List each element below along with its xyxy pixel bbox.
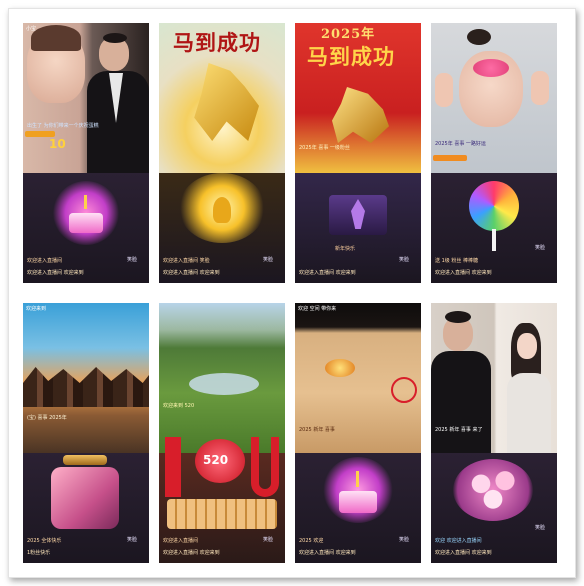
red-ring bbox=[391, 377, 417, 403]
right-label: 笑脸 bbox=[263, 257, 274, 263]
video-scene: 10 出生了 为你们带来一个庆祝蛋糕 小宝 bbox=[23, 23, 149, 173]
gift-panel: 送 1级 粉丝 棒棒糖 欢迎进入直播间 欢迎来到 笑脸 bbox=[431, 173, 557, 283]
live-tile-6[interactable]: 欢迎来到 520 520 欢迎进入直播间 欢迎进入直播间 欢迎来到 笑脸 bbox=[159, 303, 285, 563]
letter-i bbox=[165, 437, 181, 497]
running-horses-image bbox=[23, 367, 149, 407]
man-hair bbox=[103, 33, 127, 43]
bottom-text: 欢迎进入直播间 欢迎来到 bbox=[27, 270, 84, 276]
gift-panel: 欢迎 欢迎进入直播间 欢迎进入直播间 欢迎来到 笑脸 bbox=[431, 453, 557, 563]
video-scene: 2025 新年 喜事 欢迎 空间 带你来 bbox=[295, 303, 421, 453]
banner-title: 马到成功 bbox=[307, 44, 395, 69]
live-tile-8[interactable]: 2025 新年 喜事 来了 欢迎 欢迎进入直播间 欢迎进入直播间 欢迎来到 笑脸 bbox=[431, 303, 557, 563]
bottom-text: 1粉丝快乐 bbox=[27, 550, 51, 556]
right-label: 笑脸 bbox=[127, 257, 138, 263]
cake-gift-icon bbox=[323, 457, 393, 523]
right-label: 笑脸 bbox=[535, 245, 546, 251]
candle bbox=[84, 195, 87, 209]
live-tile-1[interactable]: 10 出生了 为你们带来一个庆祝蛋糕 小宝 欢迎进入直播间 欢迎进入直播间 欢迎… bbox=[23, 23, 149, 283]
caption-text: 出生了 为你们带来一个庆祝蛋糕 bbox=[27, 123, 99, 129]
bottom-text: 欢迎进入直播间 欢迎来到 bbox=[163, 550, 220, 556]
bottom-text: 欢迎进入直播间 欢迎来到 bbox=[299, 270, 356, 276]
gift-panel: 2025 欢迎 欢迎进入直播间 欢迎来到 笑脸 bbox=[295, 453, 421, 563]
lollipop-gift-icon bbox=[469, 181, 519, 231]
face-paint bbox=[473, 59, 509, 77]
bottom-text: 欢迎进入直播间 欢迎来到 bbox=[299, 550, 356, 556]
perfume-gift-icon bbox=[51, 467, 119, 529]
caption-text: 2025年 喜事 一路好运 bbox=[435, 141, 486, 147]
level-badge bbox=[433, 155, 467, 161]
right-label: 笑脸 bbox=[399, 257, 410, 263]
screenshot-collage: 10 出生了 为你们带来一个庆祝蛋糕 小宝 欢迎进入直播间 欢迎进入直播间 欢迎… bbox=[8, 8, 576, 578]
chat-message: 欢迎进入直播间 bbox=[163, 538, 199, 544]
banner-title: 马到成功 bbox=[173, 30, 261, 55]
live-tile-3[interactable]: 2025年 马到成功 2025年 喜事 一级粉丝 新年快乐 欢迎进入直播间 欢迎… bbox=[295, 23, 421, 283]
live-tile-7[interactable]: 2025 新年 喜事 欢迎 空间 带你来 2025 欢迎 欢迎进入直播间 欢迎来… bbox=[295, 303, 421, 563]
chat-message: 欢迎进入直播间 bbox=[27, 258, 63, 264]
caption-text: 欢迎来到 520 bbox=[163, 403, 195, 409]
man-hair bbox=[445, 311, 471, 323]
header-text: 小宝 bbox=[26, 26, 37, 32]
chat-message: 新年快乐 bbox=[335, 246, 356, 252]
golden-horse-image bbox=[194, 63, 259, 141]
chat-message: 2025 欢迎 bbox=[299, 538, 324, 544]
logo-emblem bbox=[325, 359, 355, 377]
bottom-text: 欢迎进入直播间 欢迎来到 bbox=[435, 270, 492, 276]
chat-message: 欢迎进入直播间 笑脸 bbox=[163, 258, 210, 264]
caption-text: (宝) 喜事 2025年 bbox=[27, 415, 67, 421]
lollipop-stick bbox=[492, 229, 496, 251]
header-text: 欢迎 空间 带你来 bbox=[298, 306, 337, 312]
lake-image bbox=[189, 373, 259, 395]
video-scene: 2025年 马到成功 2025年 喜事 一级粉丝 bbox=[295, 23, 421, 173]
cake-body bbox=[339, 491, 377, 513]
candle bbox=[356, 471, 359, 487]
live-tile-4[interactable]: 2025年 喜事 一路好运 送 1级 粉丝 棒棒糖 欢迎进入直播间 欢迎来到 笑… bbox=[431, 23, 557, 283]
girl-hair bbox=[31, 25, 81, 51]
caption-text: 2025年 喜事 一级粉丝 bbox=[299, 145, 350, 151]
cake-body bbox=[69, 213, 103, 233]
right-label: 笑脸 bbox=[263, 537, 274, 543]
live-tile-5[interactable]: (宝) 喜事 2025年 欢迎来到 2025 全体快乐 1粉丝快乐 笑脸 bbox=[23, 303, 149, 563]
live-tile-2[interactable]: 马到成功 欢迎进入直播间 笑脸 欢迎进入直播间 欢迎来到 笑脸 bbox=[159, 23, 285, 283]
hand-left bbox=[435, 73, 453, 107]
gift-panel: 520 欢迎进入直播间 欢迎进入直播间 欢迎来到 笑脸 bbox=[159, 437, 285, 563]
flower-bouquet-gift-icon bbox=[453, 459, 533, 521]
gift-panel: 欢迎进入直播间 欢迎进入直播间 欢迎来到 笑脸 bbox=[23, 173, 149, 283]
right-label: 笑脸 bbox=[399, 537, 410, 543]
chat-message: 欢迎 欢迎进入直播间 bbox=[435, 538, 482, 544]
header-text: 欢迎来到 bbox=[26, 306, 47, 312]
bottom-text: 欢迎进入直播间 欢迎来到 bbox=[435, 550, 492, 556]
chat-message: 2025 全体快乐 bbox=[27, 538, 62, 544]
letter-u bbox=[251, 437, 279, 497]
video-scene: 2025年 喜事 一路好运 bbox=[431, 23, 557, 173]
man-suit bbox=[431, 351, 491, 453]
video-scene: 2025 新年 喜事 来了 bbox=[431, 303, 557, 453]
woman-face bbox=[517, 333, 537, 359]
love-number: 520 bbox=[203, 453, 229, 467]
perfume-cap bbox=[63, 455, 107, 465]
gift-panel: 欢迎进入直播间 笑脸 欢迎进入直播间 欢迎来到 笑脸 bbox=[159, 173, 285, 283]
golden-horse-image bbox=[332, 87, 389, 143]
gift-panel: 新年快乐 欢迎进入直播间 欢迎来到 笑脸 bbox=[295, 173, 421, 283]
hand-right bbox=[531, 71, 549, 105]
chat-message: 送 1级 粉丝 棒棒糖 bbox=[435, 258, 478, 264]
gift-panel: 2025 全体快乐 1粉丝快乐 笑脸 bbox=[23, 453, 149, 563]
video-scene: 欢迎来到 520 bbox=[159, 303, 285, 453]
caption-text: 2025 新年 喜事 来了 bbox=[435, 427, 483, 433]
hair-bun bbox=[467, 29, 491, 45]
i-love-u-gift-icon bbox=[167, 499, 277, 529]
microphone-head bbox=[213, 197, 231, 223]
woman-outfit bbox=[507, 373, 551, 453]
right-label: 笑脸 bbox=[535, 525, 546, 531]
year-title: 2025年 bbox=[321, 27, 376, 42]
caption-text: 2025 新年 喜事 bbox=[299, 427, 335, 433]
bottom-text: 欢迎进入直播间 欢迎来到 bbox=[163, 270, 220, 276]
video-scene: 马到成功 bbox=[159, 23, 285, 173]
video-scene: (宝) 喜事 2025年 欢迎来到 bbox=[23, 303, 149, 453]
right-label: 笑脸 bbox=[127, 537, 138, 543]
gift-count: 10 bbox=[49, 137, 66, 151]
